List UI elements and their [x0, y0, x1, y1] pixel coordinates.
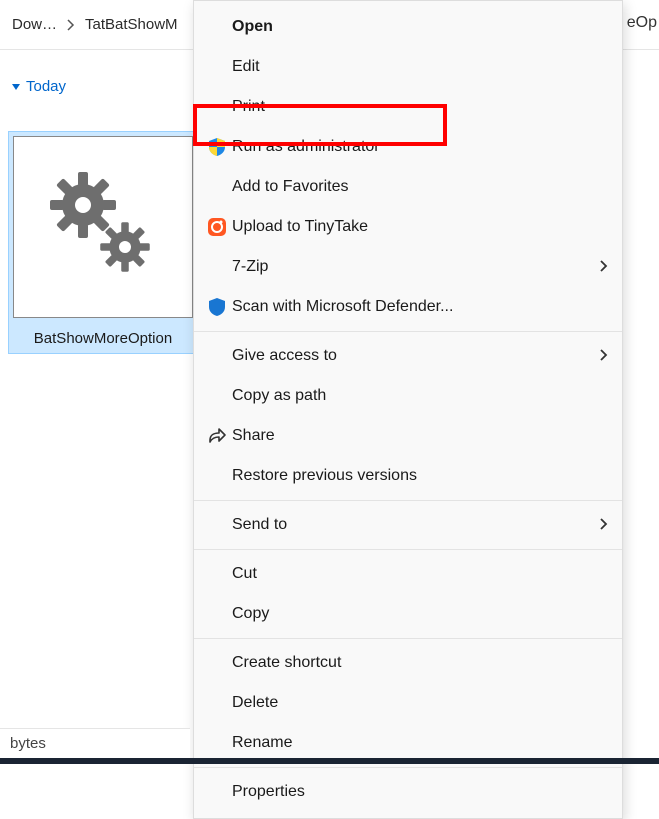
- menu-label: Share: [232, 427, 608, 445]
- menu-label: Give access to: [232, 347, 600, 365]
- menu-label: Open: [232, 18, 608, 36]
- menu-item-properties[interactable]: Properties: [194, 772, 622, 812]
- file-thumbnail: [13, 136, 193, 318]
- menu-label: Add to Favorites: [232, 178, 608, 196]
- menu-item-run-as-admin[interactable]: Run as administrator: [194, 127, 622, 167]
- menu-label: Send to: [232, 516, 600, 534]
- menu-label: Delete: [232, 694, 608, 712]
- menu-item-copy[interactable]: Copy: [194, 594, 622, 634]
- menu-label: Edit: [232, 58, 608, 76]
- menu-item-scan-defender[interactable]: Scan with Microsoft Defender...: [194, 287, 622, 327]
- menu-item-delete[interactable]: Delete: [194, 683, 622, 723]
- menu-item-create-shortcut[interactable]: Create shortcut: [194, 643, 622, 683]
- chevron-right-icon: [600, 259, 608, 276]
- menu-label: Copy: [232, 605, 608, 623]
- menu-label: Cut: [232, 565, 608, 583]
- menu-item-copy-path[interactable]: Copy as path: [194, 376, 622, 416]
- menu-label: Properties: [232, 783, 608, 801]
- truncated-text: eOp: [627, 14, 657, 32]
- menu-label: Upload to TinyTake: [232, 218, 608, 236]
- breadcrumb-item[interactable]: Dow…: [8, 12, 61, 37]
- menu-separator: [194, 331, 622, 332]
- menu-label: Create shortcut: [232, 654, 608, 672]
- menu-label: Scan with Microsoft Defender...: [232, 298, 608, 316]
- menu-item-add-favorites[interactable]: Add to Favorites: [194, 167, 622, 207]
- breadcrumb-item[interactable]: TatBatShowM: [81, 12, 182, 37]
- menu-label: 7-Zip: [232, 258, 600, 276]
- chevron-right-icon: [67, 19, 75, 31]
- menu-item-restore-versions[interactable]: Restore previous versions: [194, 456, 622, 496]
- menu-separator: [194, 500, 622, 501]
- menu-item-edit[interactable]: Edit: [194, 47, 622, 87]
- shield-admin-icon: [202, 135, 232, 159]
- group-header-today[interactable]: Today: [12, 78, 66, 95]
- menu-item-cut[interactable]: Cut: [194, 554, 622, 594]
- menu-item-open[interactable]: Open: [194, 7, 622, 47]
- menu-item-give-access[interactable]: Give access to: [194, 336, 622, 376]
- menu-separator: [194, 767, 622, 768]
- status-bar: bytes: [0, 728, 190, 758]
- share-icon: [202, 424, 232, 448]
- menu-item-rename[interactable]: Rename: [194, 723, 622, 763]
- tinytake-icon: [202, 215, 232, 239]
- taskbar-edge: [0, 758, 659, 764]
- chevron-right-icon: [600, 517, 608, 534]
- gear-icon: [43, 167, 163, 287]
- menu-label: Copy as path: [232, 387, 608, 405]
- menu-label: Restore previous versions: [232, 467, 608, 485]
- defender-shield-icon: [202, 295, 232, 319]
- context-menu: Open Edit Print Run as administrator Add…: [193, 0, 623, 819]
- menu-label: Rename: [232, 734, 608, 752]
- menu-item-send-to[interactable]: Send to: [194, 505, 622, 545]
- file-name: BatShowMoreOption: [13, 322, 193, 349]
- menu-separator: [194, 549, 622, 550]
- menu-label: Run as administrator: [232, 138, 608, 156]
- file-item[interactable]: BatShowMoreOption: [8, 131, 198, 354]
- menu-label: Print: [232, 98, 608, 116]
- status-text: bytes: [10, 735, 46, 752]
- menu-item-7zip[interactable]: 7-Zip: [194, 247, 622, 287]
- menu-separator: [194, 638, 622, 639]
- menu-item-share[interactable]: Share: [194, 416, 622, 456]
- chevron-right-icon: [600, 348, 608, 365]
- menu-item-print[interactable]: Print: [194, 87, 622, 127]
- menu-item-upload-tinytake[interactable]: Upload to TinyTake: [194, 207, 622, 247]
